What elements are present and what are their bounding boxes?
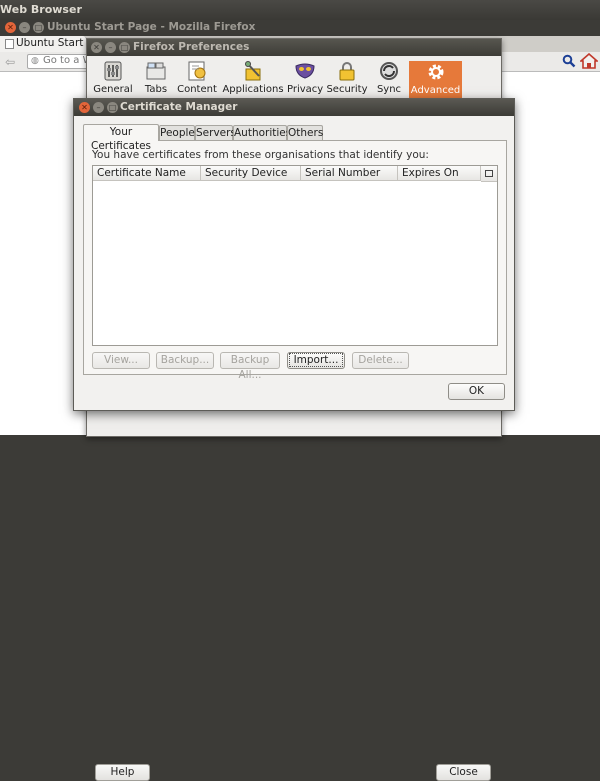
pane-privacy-label: Privacy — [287, 84, 324, 95]
certificate-manager-dialog: ✕ – □ Certificate Manager Your Certifica… — [73, 98, 515, 411]
pane-privacy[interactable]: Privacy — [287, 60, 323, 98]
backup-all-button[interactable]: Backup All... — [220, 352, 280, 381]
pane-general-label: General — [93, 84, 133, 95]
tab-people[interactable]: People — [159, 125, 195, 140]
column-picker-icon[interactable] — [481, 166, 497, 182]
pane-tabs-label: Tabs — [144, 84, 168, 95]
minimize-icon[interactable]: – — [19, 22, 30, 33]
close-button[interactable]: Close — [436, 764, 491, 781]
close-icon[interactable]: ✕ — [91, 42, 102, 53]
preferences-title-bar: ✕ – □ Firefox Preferences — [87, 39, 501, 56]
content-icon — [186, 60, 208, 82]
lock-icon — [336, 60, 358, 82]
pane-tabs[interactable]: Tabs — [139, 60, 173, 98]
preferences-title: Firefox Preferences — [133, 41, 250, 53]
pane-content-label: Content — [177, 84, 217, 95]
gear-icon — [425, 61, 447, 83]
view-button[interactable]: View... — [92, 352, 150, 369]
backup-button[interactable]: Backup... — [156, 352, 214, 369]
your-certificates-panel: You have certificates from these organis… — [83, 140, 507, 381]
home-icon[interactable] — [578, 52, 600, 69]
firefox-window-title: Ubuntu Start Page - Mozilla Firefox — [47, 21, 256, 33]
general-icon — [102, 60, 124, 82]
minimize-icon[interactable]: – — [105, 42, 116, 53]
column-certificate-name[interactable]: Certificate Name — [93, 166, 201, 181]
certificate-manager-title-bar: ✕ – □ Certificate Manager — [74, 99, 514, 116]
ok-button[interactable]: OK — [448, 383, 505, 400]
firefox-title-bar: ✕ – □ Ubuntu Start Page - Mozilla Firefo… — [0, 20, 600, 36]
search-icon[interactable] — [560, 54, 578, 68]
tab-servers[interactable]: Servers — [195, 125, 236, 140]
page-icon — [5, 39, 14, 49]
pane-content[interactable]: Content — [176, 60, 218, 98]
minimize-icon[interactable]: – — [93, 102, 104, 113]
globe-icon: ◍ — [31, 56, 39, 66]
app-title: Web Browser — [0, 3, 82, 16]
pane-sync[interactable]: Sync — [371, 60, 407, 98]
maximize-icon[interactable]: □ — [33, 22, 44, 33]
column-expires-on[interactable]: Expires On — [398, 166, 481, 181]
import-button-label: Import... — [288, 353, 344, 367]
pane-security-label: Security — [326, 84, 368, 95]
help-button[interactable]: Help — [95, 764, 150, 781]
pane-general[interactable]: General — [91, 60, 135, 98]
pane-applications-label: Applications — [222, 84, 284, 95]
privacy-icon — [294, 60, 316, 82]
pane-advanced-label: Advanced — [410, 85, 461, 96]
pane-security[interactable]: Security — [326, 60, 368, 98]
pane-advanced[interactable]: Advanced — [409, 61, 462, 98]
import-button[interactable]: Import... — [287, 352, 345, 369]
preferences-pane-toolbar: General Tabs Content Applications Privac… — [87, 56, 501, 99]
pane-sync-label: Sync — [376, 84, 402, 95]
tabs-icon — [145, 60, 167, 82]
firefox-window-controls: ✕ – □ — [5, 22, 44, 33]
tab-your-certificates[interactable]: Your Certificates — [83, 124, 159, 152]
certificate-manager-window-controls: ✕ – □ — [79, 102, 118, 113]
close-icon[interactable]: ✕ — [79, 102, 90, 113]
desktop-top-bar: Web Browser — [0, 0, 600, 20]
close-icon[interactable]: ✕ — [5, 22, 16, 33]
tab-others[interactable]: Others — [287, 125, 323, 140]
maximize-icon[interactable]: □ — [119, 42, 130, 53]
column-security-device[interactable]: Security Device — [201, 166, 301, 181]
certificates-table[interactable]: Certificate Name Security Device Serial … — [92, 165, 498, 346]
tab-ubuntu-start-page[interactable]: Ubuntu Start Pag — [0, 36, 106, 52]
preferences-window-controls: ✕ – □ — [91, 42, 130, 53]
pane-applications[interactable]: Applications — [221, 60, 285, 98]
applications-icon — [242, 60, 264, 82]
tab-authorities[interactable]: Authorities — [233, 125, 291, 140]
delete-button[interactable]: Delete... — [352, 352, 409, 369]
back-arrow-icon[interactable]: ⇦ — [5, 55, 15, 69]
column-serial-number[interactable]: Serial Number — [301, 166, 398, 181]
sync-icon — [378, 60, 400, 82]
certificate-manager-title: Certificate Manager — [120, 101, 238, 113]
maximize-icon[interactable]: □ — [107, 102, 118, 113]
